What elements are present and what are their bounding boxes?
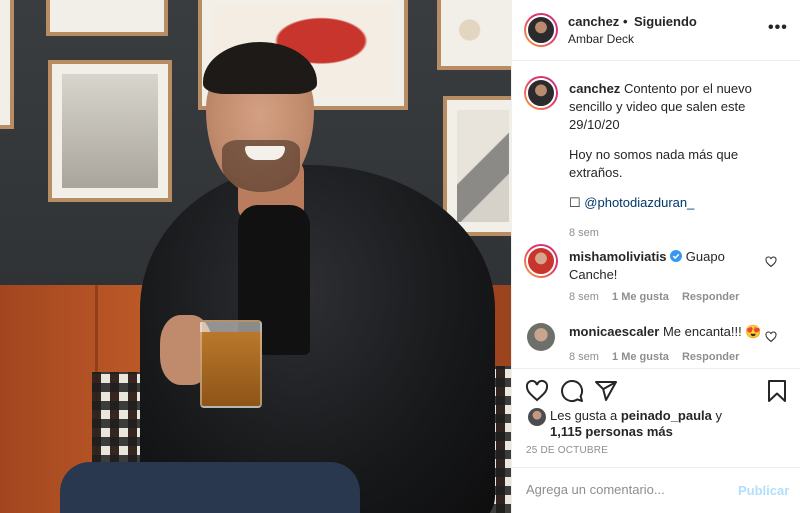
publish-button[interactable]: Publicar: [738, 483, 789, 498]
liker-avatar[interactable]: [528, 408, 546, 426]
author-username[interactable]: canchez: [568, 14, 619, 29]
wall-frame: [443, 96, 511, 236]
caption-text-2: Hoy no somos nada más que extraños.: [569, 147, 739, 180]
reply-button[interactable]: Responder: [682, 351, 739, 363]
wall-frame: [48, 60, 172, 202]
liker-username[interactable]: peinado_paula: [621, 408, 712, 423]
comment: mishamoliviatis Guapo Canche!: [569, 248, 769, 284]
beer-mug: [200, 320, 262, 408]
smile: [245, 146, 285, 160]
caption-username[interactable]: canchez: [569, 81, 620, 96]
comment-meta: 8 sem 1 Me gusta Responder: [569, 351, 749, 363]
more-options-icon[interactable]: •••: [768, 19, 788, 37]
comment-icon[interactable]: [560, 379, 584, 403]
post-location[interactable]: Ambar Deck: [568, 32, 634, 46]
comment-username[interactable]: monicaescaler: [569, 324, 659, 339]
post-photo[interactable]: [0, 0, 511, 513]
bookmark-icon[interactable]: [765, 379, 789, 403]
comment-text: Me encanta!!! 😍: [662, 324, 762, 339]
verified-icon: [670, 250, 683, 262]
likes-count[interactable]: 1,115 personas más: [550, 424, 673, 439]
comment-time[interactable]: 8 sem: [569, 291, 599, 303]
heart-icon[interactable]: [525, 379, 549, 403]
wall-frame: [437, 0, 511, 70]
camera-icon: ☐: [569, 195, 581, 210]
wall-frame: [46, 0, 168, 36]
separator-dot: •: [623, 14, 628, 29]
add-comment-bar: Publicar: [512, 467, 800, 513]
follow-status-button[interactable]: Siguiendo: [634, 14, 697, 29]
comment-likes[interactable]: 1 Me gusta: [612, 351, 669, 363]
likes-prefix: Les gusta a: [550, 408, 618, 423]
mention-link[interactable]: @photodiazduran_: [584, 195, 694, 210]
likes-summary[interactable]: Les gusta a peinado_paula y 1,115 person…: [550, 408, 790, 440]
likes-conj: y: [715, 408, 723, 423]
comment-likes[interactable]: 1 Me gusta: [612, 291, 669, 303]
like-comment-heart-icon[interactable]: [765, 256, 777, 268]
comment-avatar[interactable]: [527, 323, 555, 351]
comment-avatar[interactable]: [524, 244, 558, 278]
caption-time[interactable]: 8 sem: [569, 224, 774, 242]
reply-button[interactable]: Responder: [682, 291, 739, 303]
post-caption: canchez Contento por el nuevo sencillo y…: [569, 80, 774, 242]
share-icon[interactable]: [594, 379, 618, 403]
comment-time[interactable]: 8 sem: [569, 351, 599, 363]
wall-frame: [0, 0, 14, 129]
comment-input[interactable]: [526, 482, 726, 497]
comment: monicaescaler Me encanta!!! 😍: [569, 323, 789, 341]
post-header: canchez • Siguiendo Ambar Deck •••: [512, 0, 800, 61]
comment-username[interactable]: mishamoliviatis: [569, 249, 667, 264]
caption-author-avatar[interactable]: [524, 76, 558, 110]
post-side-panel: canchez • Siguiendo Ambar Deck ••• canch…: [511, 0, 800, 513]
like-comment-heart-icon[interactable]: [765, 331, 777, 343]
action-bar: [512, 368, 800, 410]
post-date[interactable]: 25 DE OCTUBRE: [526, 445, 608, 456]
jeans: [60, 462, 360, 513]
comment-meta: 8 sem 1 Me gusta Responder: [569, 291, 749, 303]
author-avatar[interactable]: [524, 13, 558, 47]
